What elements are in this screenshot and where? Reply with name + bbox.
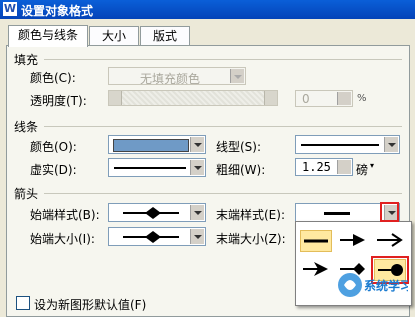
dash-label: 虚实(D):	[30, 163, 77, 177]
begin-size-label: 始端大小(I):	[30, 232, 95, 246]
tab-colors-lines[interactable]: 颜色与线条	[8, 25, 88, 47]
line-color-swatch	[113, 139, 189, 152]
begin-style-label: 始端样式(B):	[30, 208, 100, 222]
end-size-label: 末端大小(Z):	[216, 232, 286, 246]
end-style-preview	[324, 212, 350, 215]
chevron-down-icon	[190, 137, 204, 152]
weight-value: 1.25	[302, 160, 331, 174]
transparency-label: 透明度(T):	[30, 94, 87, 108]
default-checkbox[interactable]	[16, 296, 30, 310]
transparency-unit: %	[357, 93, 367, 104]
default-checkbox-label: 设为新图形默认值(F)	[34, 298, 147, 312]
line-color-label: 颜色(O):	[30, 140, 77, 154]
fill-color-label: 颜色(C):	[30, 71, 76, 85]
diamond-arrow-icon	[123, 207, 179, 219]
line-section-title: 线条	[14, 120, 39, 134]
chevron-down-icon	[384, 137, 398, 152]
fill-color-value: 无填充颜色	[139, 72, 200, 86]
line-divider	[44, 126, 402, 127]
fill-divider	[44, 59, 402, 60]
weight-unit-dropdown[interactable]: 磅	[356, 161, 368, 178]
transparency-spinner-icon[interactable]	[337, 92, 351, 105]
title-bar: W 设置对象格式	[0, 0, 415, 19]
highlight-box	[380, 202, 399, 222]
line-style-label: 线型(S):	[216, 140, 262, 154]
chevron-down-icon	[190, 229, 204, 244]
end-style-label: 末端样式(E):	[216, 208, 285, 222]
arrow-option-stealth[interactable]	[300, 259, 332, 281]
tab-size[interactable]: 大小	[89, 26, 139, 47]
fill-section-title: 填充	[14, 53, 39, 67]
chevron-down-icon	[230, 69, 244, 83]
stealth-arrow-icon	[303, 262, 328, 276]
arrow-option-arrow[interactable]	[337, 230, 369, 252]
small-chevron-icon: ▾	[370, 161, 375, 170]
chevron-down-icon	[190, 205, 204, 220]
slider-right-arrow-icon	[264, 91, 277, 105]
tab-layout[interactable]: 版式	[140, 26, 190, 47]
weight-spinner-icon[interactable]	[337, 160, 351, 174]
window-title: 设置对象格式	[21, 4, 94, 18]
arrows-divider	[44, 193, 402, 194]
dash-dropdown[interactable]	[108, 158, 206, 177]
begin-style-dropdown[interactable]	[108, 203, 206, 222]
slider-left-arrow-icon	[109, 91, 122, 105]
watermark-logo: 系统学习	[338, 273, 408, 297]
open-arrow-icon	[377, 233, 403, 247]
arrows-section-title: 箭头	[14, 187, 39, 201]
transparency-field[interactable]: 0	[295, 90, 353, 107]
app-icon: W	[3, 2, 17, 16]
weight-field[interactable]: 1.25	[295, 158, 353, 176]
weight-label: 粗细(W):	[216, 163, 266, 177]
line-color-dropdown[interactable]	[108, 135, 206, 154]
begin-size-dropdown[interactable]	[108, 227, 206, 246]
arrow-option-line[interactable]	[300, 230, 332, 252]
dash-preview	[114, 167, 186, 169]
arrow-option-open-arrow[interactable]	[374, 230, 406, 252]
diamond-arrow-icon	[123, 231, 179, 243]
plain-line-icon	[304, 239, 328, 243]
transparency-value: 0	[302, 92, 310, 106]
line-style-dropdown[interactable]	[295, 135, 400, 154]
arrow-icon	[340, 234, 365, 246]
line-style-preview	[301, 144, 379, 146]
transparency-slider[interactable]	[108, 90, 278, 106]
svg-text:系统学习: 系统学习	[364, 278, 408, 293]
chevron-down-icon	[190, 160, 204, 175]
fill-color-dropdown[interactable]: 无填充颜色	[108, 67, 246, 86]
